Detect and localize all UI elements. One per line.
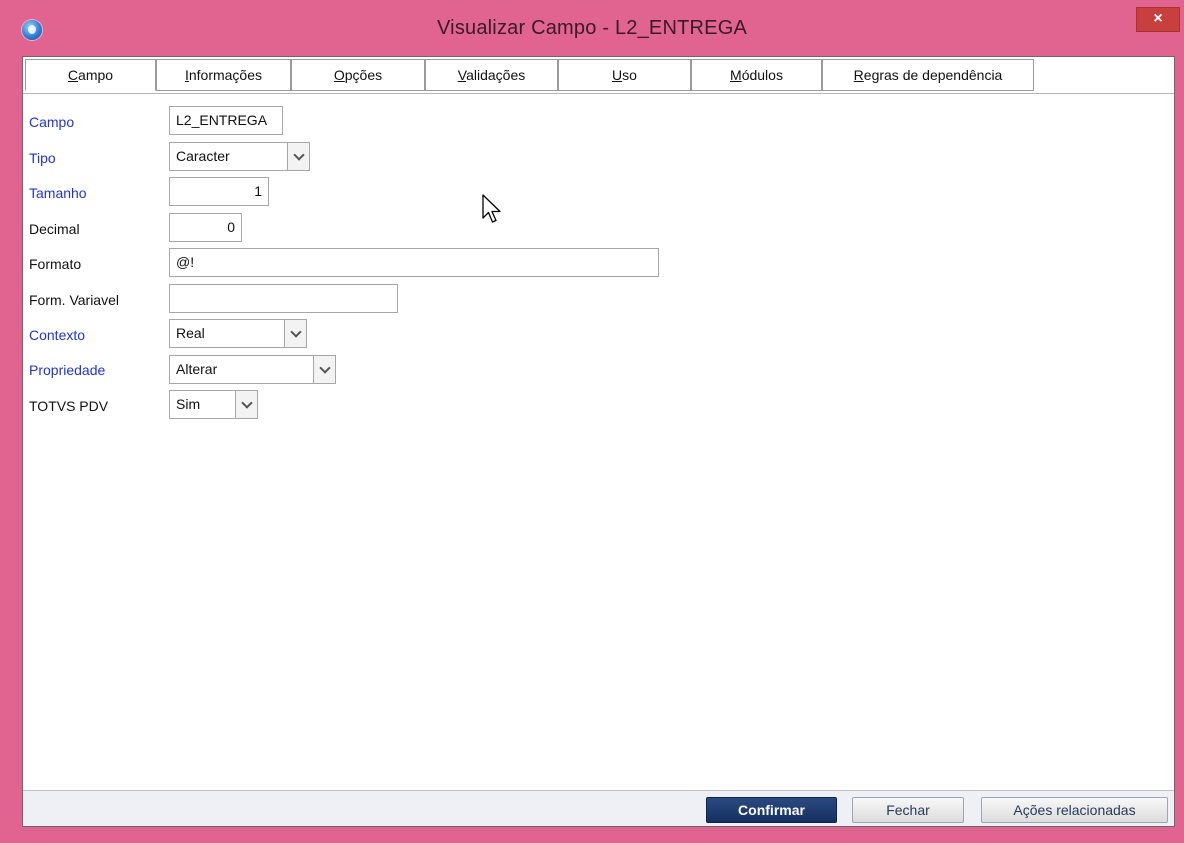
dialog-body: Campo Informações Opções Validações Uso …: [22, 56, 1175, 827]
close-dialog-button[interactable]: Fechar: [852, 797, 964, 823]
propriedade-label: Propriedade: [29, 362, 106, 378]
confirm-button[interactable]: Confirmar: [706, 797, 837, 823]
chevron-down-icon[interactable]: [313, 356, 335, 383]
tipo-label: Tipo: [29, 150, 56, 166]
propriedade-value: Alterar: [176, 361, 218, 377]
decimal-label: Decimal: [29, 221, 80, 237]
tab-campo[interactable]: Campo: [25, 59, 156, 91]
tab-modulos-label-u: M: [730, 67, 742, 83]
totvs-pdv-label: TOTVS PDV: [29, 398, 109, 414]
tab-regras-label: egras de dependência: [863, 67, 1003, 83]
totvs-pdv-select[interactable]: Sim: [169, 390, 258, 419]
chevron-down-icon[interactable]: [287, 143, 309, 170]
button-bar: Confirmar Fechar Ações relacionadas: [23, 790, 1174, 826]
tamanho-field[interactable]: 1: [169, 177, 269, 206]
campo-field[interactable]: L2_ENTREGA: [169, 106, 283, 135]
tab-validacoes-label-u: V: [457, 67, 467, 83]
formato-label: Formato: [29, 256, 82, 272]
window-title: Visualizar Campo - L2_ENTREGA: [437, 17, 747, 39]
close-button[interactable]: ×: [1136, 7, 1180, 32]
tab-opcoes-label-u: O: [333, 67, 345, 83]
tab-modulos-label: ódulos: [741, 67, 783, 83]
tamanho-label: Tamanho: [29, 185, 87, 201]
tab-campo-label: ampo: [78, 67, 114, 83]
tab-opcoes-label: pções: [344, 67, 383, 83]
tab-validacoes-label: alidações: [466, 67, 526, 83]
tab-uso[interactable]: Uso: [558, 59, 691, 91]
form-variavel-field[interactable]: [169, 284, 398, 313]
tab-uso-label: so: [622, 67, 637, 83]
related-actions-button[interactable]: Ações relacionadas: [981, 797, 1168, 823]
tab-opcoes[interactable]: Opções: [291, 59, 425, 91]
tab-uso-label-u: U: [612, 67, 623, 83]
tab-regras-de-dependencia[interactable]: Regras de dependência: [822, 59, 1034, 91]
propriedade-select[interactable]: Alterar: [169, 355, 336, 384]
tab-modulos[interactable]: Módulos: [691, 59, 822, 91]
tab-informacoes[interactable]: Informações: [156, 59, 291, 91]
title-bar[interactable]: Visualizar Campo - L2_ENTREGA ×: [0, 0, 1184, 56]
contexto-value: Real: [176, 325, 205, 341]
form-panel: Campo L2_ENTREGA Tipo Caracter Tamanho 1…: [23, 93, 1174, 790]
tab-campo-label-u: C: [67, 67, 79, 83]
dialog-window: Visualizar Campo - L2_ENTREGA × Campo In…: [0, 0, 1184, 843]
tipo-select[interactable]: Caracter: [169, 142, 310, 171]
mouse-pointer-icon: [482, 194, 501, 223]
chevron-down-icon[interactable]: [235, 391, 257, 418]
tab-regras-label-u: R: [853, 67, 864, 83]
campo-label: Campo: [29, 114, 75, 130]
formato-field[interactable]: @!: [169, 248, 659, 277]
chevron-down-icon[interactable]: [284, 320, 306, 347]
contexto-select[interactable]: Real: [169, 319, 307, 348]
tipo-value: Caracter: [176, 148, 230, 164]
tab-bar: Campo Informações Opções Validações Uso …: [23, 57, 1174, 93]
totvs-pdv-value: Sim: [176, 396, 201, 412]
tab-informacoes-label: nformações: [188, 67, 263, 83]
decimal-field[interactable]: 0: [169, 213, 242, 242]
form-variavel-label: Form. Variavel: [29, 292, 119, 308]
tab-validacoes[interactable]: Validações: [425, 59, 558, 91]
contexto-label: Contexto: [29, 327, 86, 343]
